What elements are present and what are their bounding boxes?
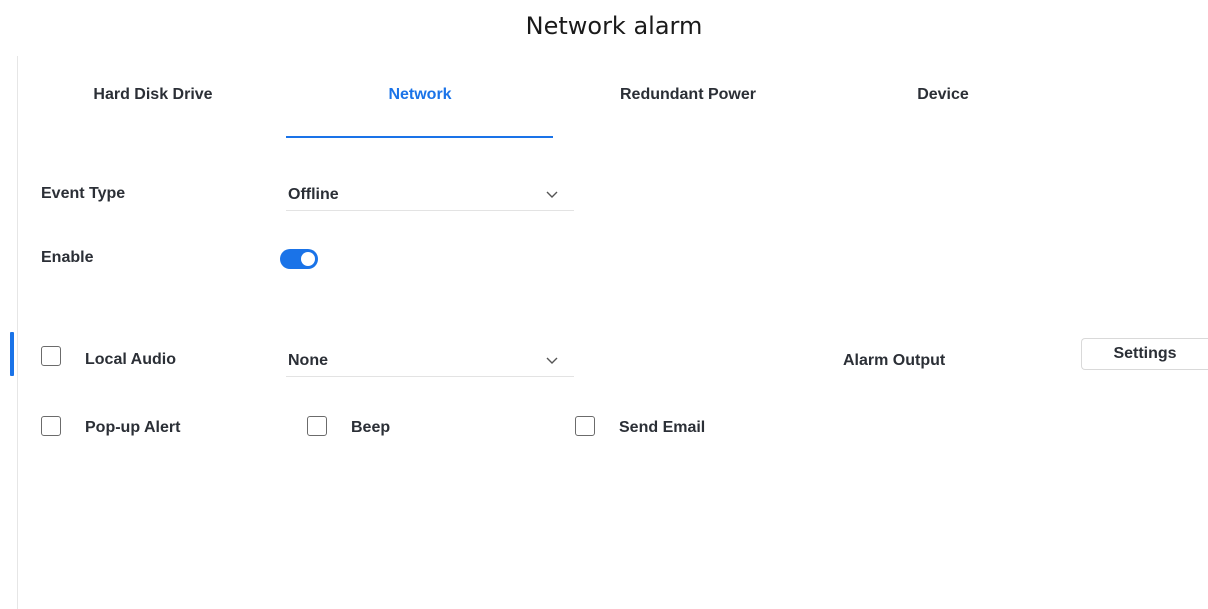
chevron-down-icon [546,191,558,198]
tab-hard-disk-drive[interactable]: Hard Disk Drive [80,86,226,104]
local-audio-value: None [288,352,328,369]
send-email-label: Send Email [619,419,706,436]
enable-label: Enable [41,249,94,266]
local-audio-select[interactable]: None [286,346,574,377]
tab-redundant-power[interactable]: Redundant Power [600,86,776,104]
local-audio-label: Local Audio [85,351,176,368]
event-type-select[interactable]: Offline [286,180,574,211]
popup-alert-label: Pop-up Alert [85,419,181,436]
event-type-value: Offline [288,186,339,203]
beep-label: Beep [351,419,391,436]
alarm-output-label: Alarm Output [843,352,946,369]
left-divider [17,56,18,609]
active-section-marker [10,332,14,376]
active-tab-indicator [286,136,553,138]
enable-toggle[interactable] [280,249,318,269]
chevron-down-icon [546,357,558,364]
send-email-checkbox[interactable] [575,416,595,436]
event-type-label: Event Type [41,185,126,202]
tab-device[interactable]: Device [900,86,986,104]
alarm-output-settings-button[interactable]: Settings [1081,338,1208,370]
page-title: Network alarm [525,12,703,40]
beep-checkbox[interactable] [307,416,327,436]
local-audio-checkbox[interactable] [41,346,61,366]
toggle-knob [301,252,315,266]
tab-network[interactable]: Network [370,86,470,104]
popup-alert-checkbox[interactable] [41,416,61,436]
